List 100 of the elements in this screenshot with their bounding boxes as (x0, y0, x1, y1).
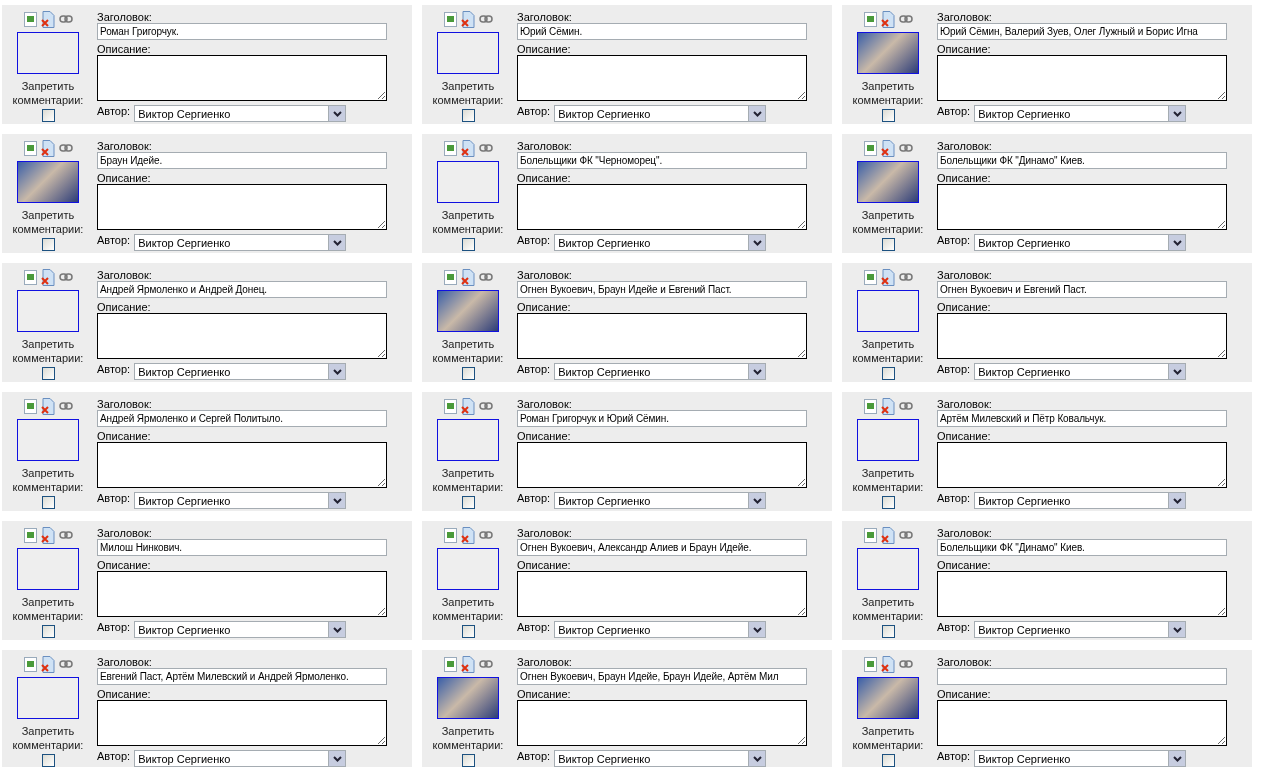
description-textarea[interactable] (517, 571, 807, 617)
title-input[interactable] (937, 668, 1227, 685)
title-input[interactable]: Артём Милевский и Пётр Ковальчук. (937, 410, 1227, 427)
title-input[interactable]: Огнен Вукоевич, Браун Идейе и Евгений Паст. (517, 281, 807, 298)
description-textarea[interactable] (97, 700, 387, 746)
delete-file-icon[interactable] (460, 526, 475, 544)
disable-comments-checkbox[interactable] (461, 496, 475, 509)
delete-file-icon[interactable] (40, 139, 55, 157)
description-textarea[interactable] (97, 55, 387, 101)
link-icon[interactable] (58, 144, 73, 152)
description-textarea[interactable] (97, 571, 387, 617)
link-icon[interactable] (478, 15, 493, 23)
description-textarea[interactable] (937, 313, 1227, 359)
title-input[interactable]: Милош Нинкович. (97, 539, 387, 556)
description-textarea[interactable] (517, 313, 807, 359)
author-select[interactable]: Виктор Сергиенко (554, 750, 767, 767)
image-icon[interactable] (443, 11, 457, 27)
title-input[interactable]: Браун Идейе. (97, 152, 387, 169)
title-input[interactable]: Болельщики ФК "Динамо" Киев. (937, 539, 1227, 556)
image-icon[interactable] (23, 398, 37, 414)
image-icon[interactable] (443, 527, 457, 543)
disable-comments-checkbox[interactable] (881, 109, 895, 122)
disable-comments-checkbox[interactable] (461, 367, 475, 380)
link-icon[interactable] (58, 15, 73, 23)
link-icon[interactable] (58, 402, 73, 410)
image-icon[interactable] (23, 11, 37, 27)
link-icon[interactable] (58, 531, 73, 539)
disable-comments-checkbox[interactable] (881, 367, 895, 380)
author-select[interactable]: Виктор Сергиенко (134, 105, 347, 122)
disable-comments-checkbox[interactable] (41, 109, 55, 122)
delete-file-icon[interactable] (880, 397, 895, 415)
link-icon[interactable] (898, 273, 913, 281)
disable-comments-checkbox[interactable] (881, 496, 895, 509)
link-icon[interactable] (478, 144, 493, 152)
delete-file-icon[interactable] (880, 139, 895, 157)
delete-file-icon[interactable] (40, 526, 55, 544)
delete-file-icon[interactable] (40, 397, 55, 415)
title-input[interactable]: Огнен Вукоевич, Александр Алиев и Браун Идейе. (517, 539, 807, 556)
image-icon[interactable] (863, 269, 877, 285)
title-input[interactable]: Роман Григорчук. (97, 23, 387, 40)
link-icon[interactable] (898, 531, 913, 539)
description-textarea[interactable] (97, 184, 387, 230)
author-select[interactable]: Виктор Сергиенко (974, 492, 1187, 509)
disable-comments-checkbox[interactable] (881, 625, 895, 638)
image-icon[interactable] (443, 656, 457, 672)
title-input[interactable]: Евгений Паст, Артём Милевский и Андрей Ярмоленко. (97, 668, 387, 685)
disable-comments-checkbox[interactable] (881, 238, 895, 251)
description-textarea[interactable] (517, 442, 807, 488)
link-icon[interactable] (478, 531, 493, 539)
link-icon[interactable] (478, 273, 493, 281)
author-select[interactable]: Виктор Сергиенко (554, 492, 767, 509)
image-icon[interactable] (863, 527, 877, 543)
image-icon[interactable] (443, 140, 457, 156)
image-icon[interactable] (23, 140, 37, 156)
delete-file-icon[interactable] (40, 268, 55, 286)
delete-file-icon[interactable] (460, 10, 475, 28)
author-select[interactable]: Виктор Сергиенко (134, 492, 347, 509)
description-textarea[interactable] (937, 442, 1227, 488)
delete-file-icon[interactable] (880, 268, 895, 286)
link-icon[interactable] (898, 144, 913, 152)
author-select[interactable]: Виктор Сергиенко (134, 363, 347, 380)
author-select[interactable]: Виктор Сергиенко (554, 105, 767, 122)
link-icon[interactable] (898, 15, 913, 23)
link-icon[interactable] (58, 273, 73, 281)
delete-file-icon[interactable] (880, 10, 895, 28)
delete-file-icon[interactable] (880, 526, 895, 544)
delete-file-icon[interactable] (40, 655, 55, 673)
author-select[interactable]: Виктор Сергиенко (554, 234, 767, 251)
image-icon[interactable] (863, 140, 877, 156)
title-input[interactable]: Огнен Вукоевич и Евгений Паст. (937, 281, 1227, 298)
image-icon[interactable] (23, 527, 37, 543)
description-textarea[interactable] (937, 55, 1227, 101)
description-textarea[interactable] (97, 313, 387, 359)
description-textarea[interactable] (517, 55, 807, 101)
image-icon[interactable] (23, 269, 37, 285)
title-input[interactable]: Огнен Вукоевич, Браун Идейе, Браун Идейе, Артём Мил (517, 668, 807, 685)
description-textarea[interactable] (517, 700, 807, 746)
disable-comments-checkbox[interactable] (41, 625, 55, 638)
author-select[interactable]: Виктор Сергиенко (974, 363, 1187, 380)
disable-comments-checkbox[interactable] (461, 109, 475, 122)
disable-comments-checkbox[interactable] (461, 625, 475, 638)
author-select[interactable]: Виктор Сергиенко (974, 105, 1187, 122)
author-select[interactable]: Виктор Сергиенко (134, 621, 347, 638)
link-icon[interactable] (898, 402, 913, 410)
link-icon[interactable] (58, 660, 73, 668)
author-select[interactable]: Виктор Сергиенко (134, 750, 347, 767)
disable-comments-checkbox[interactable] (41, 238, 55, 251)
title-input[interactable]: Болельщики ФК "Динамо" Киев. (937, 152, 1227, 169)
image-icon[interactable] (863, 11, 877, 27)
delete-file-icon[interactable] (460, 397, 475, 415)
title-input[interactable]: Андрей Ярмоленко и Сергей Политыло. (97, 410, 387, 427)
disable-comments-checkbox[interactable] (881, 754, 895, 767)
delete-file-icon[interactable] (460, 268, 475, 286)
author-select[interactable]: Виктор Сергиенко (554, 363, 767, 380)
disable-comments-checkbox[interactable] (41, 496, 55, 509)
author-select[interactable]: Виктор Сергиенко (554, 621, 767, 638)
image-icon[interactable] (863, 398, 877, 414)
description-textarea[interactable] (937, 700, 1227, 746)
description-textarea[interactable] (97, 442, 387, 488)
image-icon[interactable] (443, 398, 457, 414)
